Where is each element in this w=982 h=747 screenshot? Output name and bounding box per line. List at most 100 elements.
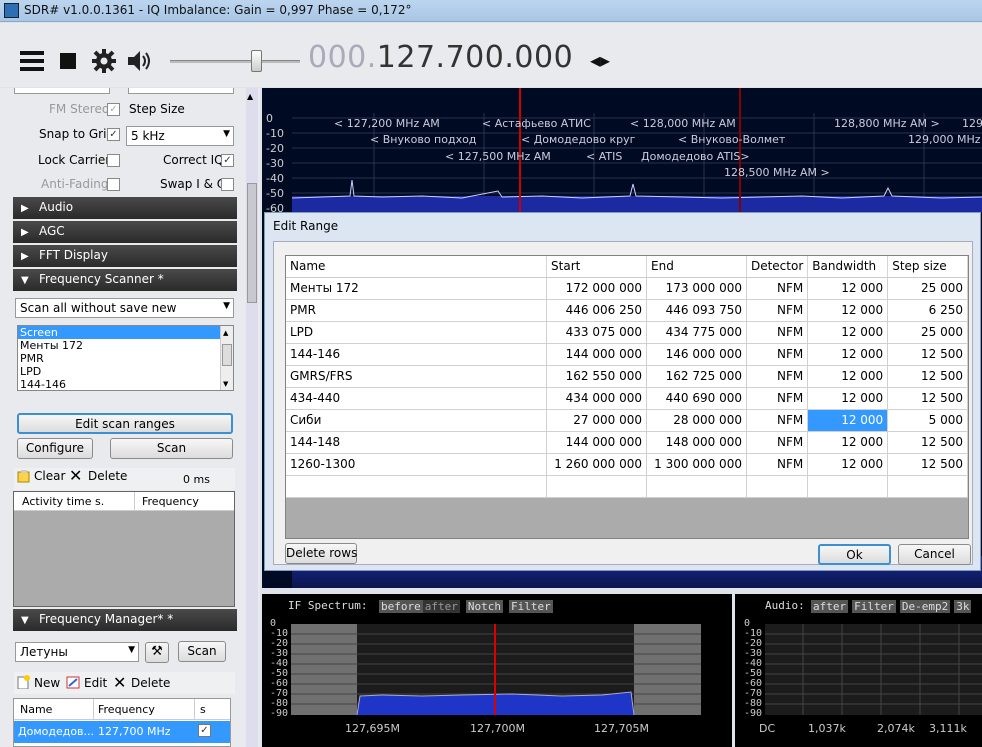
range-cell[interactable]: NFM (746, 387, 809, 410)
delete-button[interactable]: Delete (88, 469, 127, 483)
range-cell[interactable]: 28 000 000 (646, 409, 747, 432)
range-cell[interactable]: 434-440 (286, 387, 548, 410)
range-cell[interactable]: 12 500 (887, 365, 968, 388)
range-cell[interactable]: 440 690 000 (646, 387, 747, 410)
range-cell[interactable]: 12 000 (807, 365, 889, 388)
range-cell[interactable]: PMR (286, 299, 548, 322)
range-cell[interactable]: 12 000 (807, 387, 889, 410)
range-cell[interactable]: 144-148 (286, 431, 548, 454)
lock-carrier-checkbox[interactable] (107, 154, 120, 167)
scroll-thumb[interactable] (222, 344, 232, 366)
range-cell[interactable]: 172 000 000 (546, 277, 647, 300)
range-cell[interactable]: NFM (746, 431, 809, 454)
range-cell-empty[interactable] (746, 475, 809, 498)
range-cell[interactable]: 162 725 000 (646, 365, 747, 388)
scan-list-item[interactable]: Screen (18, 326, 220, 339)
fm-new-button[interactable]: New (34, 676, 60, 690)
partial-combo[interactable] (14, 88, 110, 94)
new-icon[interactable] (16, 675, 30, 689)
cancel-button[interactable]: Cancel (898, 544, 971, 565)
range-cell[interactable]: 433 075 000 (546, 321, 647, 344)
range-cell[interactable]: 12 500 (887, 431, 968, 454)
range-cell[interactable]: 146 000 000 (646, 343, 747, 366)
anti-fading-checkbox[interactable] (107, 178, 120, 191)
range-cell[interactable]: GMRS/FRS (286, 365, 548, 388)
scan-range-list[interactable]: ScreenМенты 172PMRLPD144-146GMRS/FRS ▲ ▼ (17, 325, 234, 391)
partial-combo-2[interactable] (128, 88, 234, 94)
range-row[interactable]: Менты 172 172 000 000 173 000 000 NFM 12 000… (286, 277, 968, 300)
range-cell[interactable]: 434 775 000 (646, 321, 747, 344)
range-cell[interactable]: 12 000 (807, 431, 889, 454)
fm-row[interactable]: Домодедов... 127,700 MHz ✓ (14, 721, 230, 743)
range-cell[interactable]: NFM (746, 365, 809, 388)
range-cell[interactable]: NFM (746, 299, 809, 322)
left-scrollbar[interactable]: ▲ (246, 88, 258, 747)
range-cell[interactable]: 12 000 (807, 409, 889, 432)
if-spectrum-panel[interactable]: IF Spectrum: before after Notch Filter 0 -10… (262, 594, 732, 747)
range-cell[interactable]: 144 000 000 (546, 431, 647, 454)
clear-icon[interactable] (17, 469, 31, 483)
range-cell[interactable]: 12 500 (887, 453, 968, 476)
range-row[interactable]: LPD 433 075 000 434 775 000 NFM 12 000 25 000 (286, 321, 968, 344)
range-cell[interactable]: 446 006 250 (546, 299, 647, 322)
audio-panel[interactable]: Audio: after Filter De-emp2 3k 0 -10 -20 -30 -4… (735, 594, 982, 747)
swap-iq-checkbox[interactable] (221, 178, 234, 191)
scan-list-item[interactable]: Менты 172 (18, 339, 220, 352)
range-cell[interactable]: 144 000 000 (546, 343, 647, 366)
range-cell[interactable]: LPD (286, 321, 548, 344)
range-cell[interactable]: 144-146 (286, 343, 548, 366)
snap-to-grid-checkbox[interactable]: ✓ (107, 128, 120, 141)
range-col-header[interactable]: Detector (746, 256, 809, 278)
fm-delete-button[interactable]: Delete (131, 676, 170, 690)
range-row[interactable]: 1260-1300 1 260 000 000 1 300 000 000 NFM 12… (286, 453, 968, 476)
section-audio[interactable]: ▶ Audio (13, 197, 237, 219)
range-cell-empty[interactable] (887, 475, 968, 498)
ok-button[interactable]: Ok (818, 544, 891, 565)
clear-button[interactable]: Clear (34, 469, 65, 483)
range-cell[interactable]: NFM (746, 277, 809, 300)
range-cell-empty[interactable] (646, 475, 747, 498)
range-cell[interactable]: 27 000 000 (546, 409, 647, 432)
range-cell[interactable]: Менты 172 (286, 277, 548, 300)
range-cell[interactable]: Сиби (286, 409, 548, 432)
scroll-up-icon[interactable]: ▲ (223, 327, 228, 340)
range-cell-empty[interactable] (546, 475, 647, 498)
stop-icon[interactable] (58, 51, 78, 71)
range-cell-empty[interactable] (286, 475, 548, 498)
range-cell[interactable]: 25 000 (887, 321, 968, 344)
range-row[interactable]: 144-148 144 000 000 148 000 000 NFM 12 000 12… (286, 431, 968, 454)
scan-mode-select[interactable]: Scan all without save new ▼ (15, 298, 234, 318)
range-row[interactable]: PMR 446 006 250 446 093 750 NFM 12 000 6 250 (286, 299, 968, 322)
volume-slider-track[interactable] (170, 60, 300, 63)
volume-slider-thumb[interactable] (251, 50, 262, 72)
edit-icon[interactable] (66, 675, 80, 689)
scroll-up-icon[interactable]: ▲ (247, 92, 253, 101)
range-col-header[interactable]: Name (286, 256, 548, 278)
section-frequency-manager[interactable]: ▼ Frequency Manager* * (13, 609, 237, 631)
range-cell[interactable]: 6 250 (887, 299, 968, 322)
range-cell[interactable]: 12 000 (807, 277, 889, 300)
range-row[interactable]: Сиби 27 000 000 28 000 000 NFM 12 000 5 000 (286, 409, 968, 432)
range-cell[interactable]: 148 000 000 (646, 431, 747, 454)
range-cell[interactable]: NFM (746, 343, 809, 366)
step-size-select[interactable]: 5 kHz ▼ (126, 126, 234, 146)
range-cell[interactable]: 5 000 (887, 409, 968, 432)
range-cell[interactable]: 446 093 750 (646, 299, 747, 322)
fm-scan-button[interactable]: Scan (178, 641, 226, 662)
range-col-header[interactable]: Step size (887, 256, 968, 278)
range-cell[interactable]: 1 300 000 000 (646, 453, 747, 476)
range-new-row[interactable] (286, 475, 968, 498)
range-cell[interactable]: 1260-1300 (286, 453, 548, 476)
scroll-thumb[interactable] (247, 183, 257, 303)
range-cell[interactable]: NFM (746, 321, 809, 344)
range-cell[interactable]: 162 550 000 (546, 365, 647, 388)
range-cell[interactable]: 12 000 (807, 321, 889, 344)
scan-list-item[interactable]: 144-146 (18, 378, 220, 390)
range-row[interactable]: GMRS/FRS 162 550 000 162 725 000 NFM 12 000 1… (286, 365, 968, 388)
range-cell[interactable]: 12 000 (807, 343, 889, 366)
range-cell[interactable]: 1 260 000 000 (546, 453, 647, 476)
frequency-group-select[interactable]: Летуны ▼ (15, 642, 139, 662)
scan-list-item[interactable]: PMR (18, 352, 220, 365)
frequency-display[interactable]: 000.127.700.000 (308, 40, 573, 75)
range-cell[interactable]: NFM (746, 453, 809, 476)
